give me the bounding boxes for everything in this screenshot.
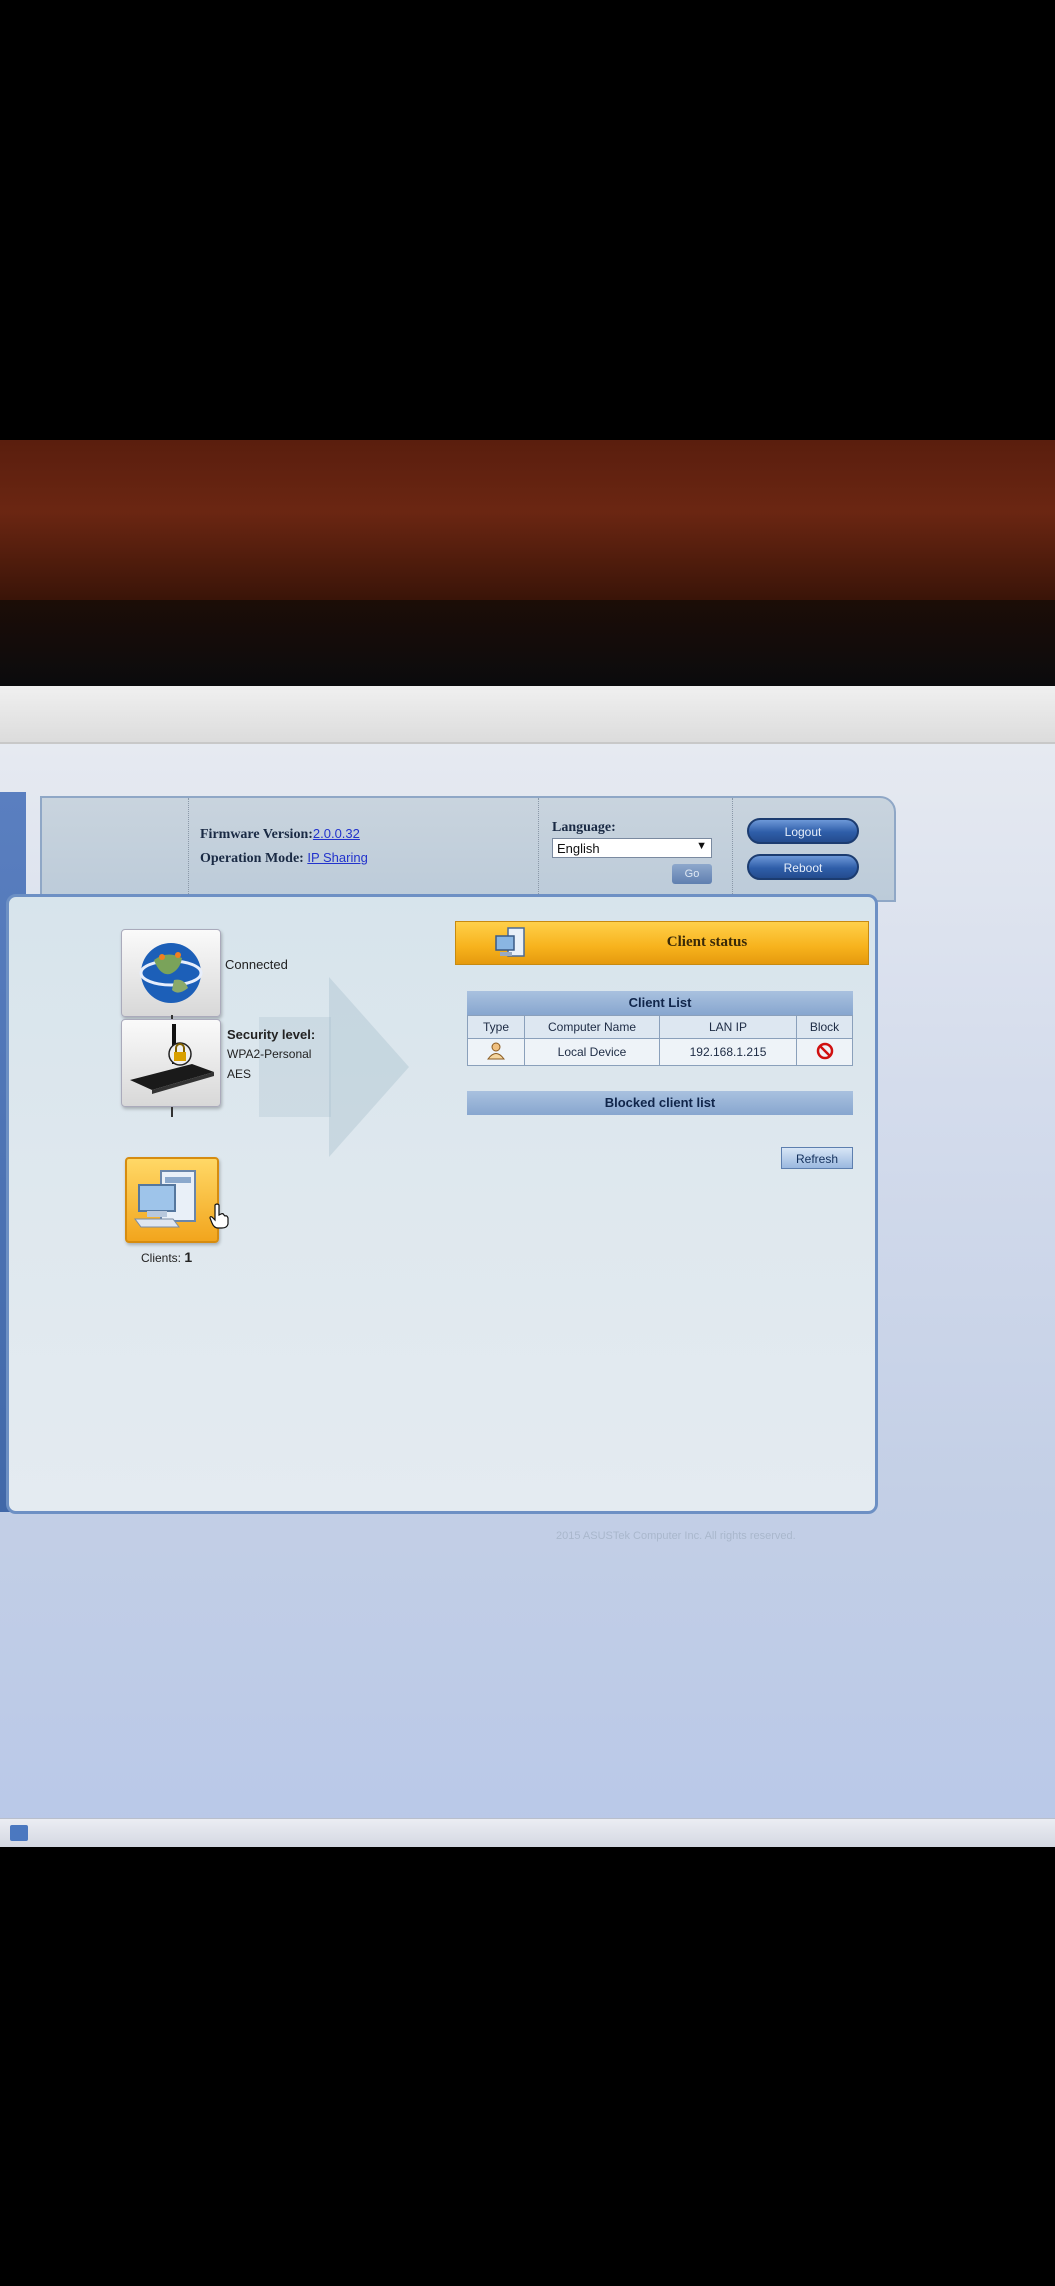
column-header: Computer Name — [524, 1015, 660, 1039]
go-button[interactable]: Go — [672, 864, 712, 884]
column-header: LAN IP — [659, 1015, 797, 1039]
internet-status-text: Connected — [225, 957, 288, 972]
taskbar — [0, 1818, 1055, 1847]
blocked-client-list-title: Blocked client list — [467, 1091, 853, 1115]
block-icon[interactable] — [816, 1042, 834, 1060]
browser-toolbar — [0, 686, 1055, 744]
arrow-icon — [329, 977, 409, 1157]
lan-ip-cell: 192.168.1.215 — [659, 1038, 797, 1066]
clients-icon — [134, 1170, 196, 1228]
network-map: Connected Security level: WPA2-Personal … — [29, 897, 449, 1497]
header-divider — [732, 798, 734, 900]
client-status-header: Client status — [455, 921, 869, 965]
internet-status-icon[interactable] — [121, 929, 221, 1017]
firmware-label: Firmware Version: — [200, 827, 313, 842]
router-icon — [130, 1024, 214, 1094]
logout-button[interactable]: Logout — [747, 818, 859, 844]
table-row: Local Device 192.168.1.215 — [467, 1038, 853, 1066]
header-divider — [188, 798, 190, 900]
opmode-label: Operation Mode: — [200, 851, 304, 866]
router-icon-box[interactable] — [121, 1019, 221, 1107]
language-select[interactable]: English ▼ — [552, 838, 712, 858]
security-cipher: AES — [227, 1067, 252, 1081]
client-status-title: Client status — [666, 934, 748, 950]
hand-cursor-icon — [209, 1203, 229, 1229]
client-status-panel: Client status Client List Type Computer … — [455, 921, 869, 1501]
clients-icon-box[interactable] — [125, 1157, 219, 1243]
background-wall — [0, 440, 1055, 600]
main-content-panel: Connected Security level: WPA2-Personal … — [6, 894, 878, 1514]
operation-mode: Operation Mode: IP Sharing — [200, 850, 368, 867]
connector-line — [171, 1107, 173, 1117]
firmware-version: Firmware Version:2.0.0.32 — [200, 826, 360, 843]
column-header: Type — [467, 1015, 525, 1039]
language-selected: English — [557, 841, 600, 856]
client-list-table: Type Computer Name LAN IP Block Local De… — [467, 1015, 853, 1066]
block-cell — [796, 1038, 853, 1066]
header-divider — [538, 798, 540, 900]
firmware-link[interactable]: 2.0.0.32 — [313, 826, 360, 841]
security-label: Security level: — [227, 1027, 316, 1042]
clients-count: Clients: 1 — [141, 1249, 192, 1265]
monitor-top-edge — [0, 600, 1055, 686]
security-mode: WPA2-Personal — [227, 1047, 312, 1061]
device-type-cell — [467, 1038, 525, 1066]
client-list-title: Client List — [467, 991, 853, 1015]
copyright-footer: 2015 ASUSTek Computer Inc. All rights re… — [556, 1530, 796, 1542]
table-header-row: Type Computer Name LAN IP Block — [467, 1015, 853, 1039]
user-device-icon — [487, 1042, 505, 1059]
computer-name-cell: Local Device — [524, 1038, 660, 1066]
monitor-screen: Firmware Version:2.0.0.32 Operation Mode… — [0, 686, 1055, 1846]
language-label: Language: — [552, 820, 616, 835]
clients-number: 1 — [184, 1249, 193, 1265]
clients-label: Clients: — [141, 1251, 182, 1265]
chevron-down-icon: ▼ — [696, 840, 707, 852]
reboot-button[interactable]: Reboot — [747, 854, 859, 880]
column-header: Block — [796, 1015, 853, 1039]
router-header: Firmware Version:2.0.0.32 Operation Mode… — [40, 796, 896, 902]
opmode-link[interactable]: IP Sharing — [307, 850, 367, 865]
globe-icon — [139, 943, 203, 1003]
refresh-button[interactable]: Refresh — [781, 1147, 853, 1169]
start-icon[interactable] — [10, 1825, 28, 1841]
